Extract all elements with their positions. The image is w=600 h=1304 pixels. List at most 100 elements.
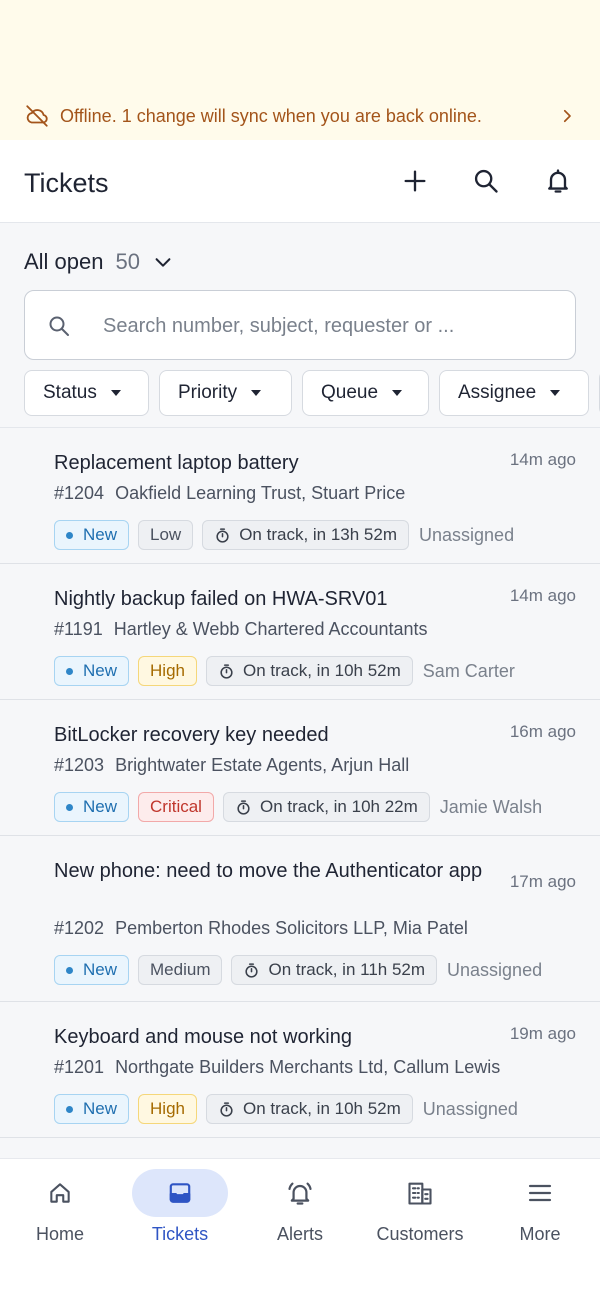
ticket-assignee: Unassigned	[422, 1098, 518, 1119]
filter-assignee[interactable]: Assignee	[439, 370, 589, 416]
ticket-number: #1191	[54, 619, 103, 639]
ticket-time: 17m ago	[509, 872, 576, 891]
ticket-row[interactable]: New phone: need to move the Authenticato…	[0, 836, 600, 1002]
ticket-time: 14m ago	[509, 586, 576, 605]
search-box	[24, 290, 576, 360]
ticket-meta: #1201 Northgate Builders Merchants Ltd, C…	[54, 1057, 500, 1078]
alarm-bell-icon	[288, 1182, 312, 1205]
dropdown-arrow-icon	[251, 390, 262, 396]
sla-badge: On track, in 11h 52m	[231, 955, 438, 985]
sla-badge: On track, in 10h 22m	[222, 792, 430, 822]
ticket-time: 19m ago	[509, 1024, 576, 1043]
search-button[interactable]	[471, 166, 501, 196]
ticket-assignee: Jamie Walsh	[439, 796, 543, 817]
ticket-list-area: All open 50 Status Priority Queue Assign…	[0, 223, 600, 1158]
nav-home[interactable]: Home	[0, 1169, 120, 1259]
status-badge: New	[54, 955, 130, 985]
sla-badge: On track, in 13h 52m	[202, 520, 410, 550]
filter-chips: Status Priority Queue Assignee	[24, 370, 600, 418]
timer-icon	[216, 527, 229, 543]
ticket-requester: Oakfield Learning Trust, Stuart Price	[115, 483, 406, 503]
search-icon	[47, 314, 71, 338]
page-title: Tickets	[24, 168, 109, 198]
ticket-number: #1201	[54, 1057, 105, 1077]
priority-badge: Critical	[138, 792, 214, 822]
status-dot-icon	[66, 966, 73, 974]
filter-label: Queue	[321, 382, 379, 403]
app-bar: Tickets	[0, 140, 600, 223]
nav-label: Tickets	[151, 1224, 209, 1244]
ticket-number: #1203	[54, 755, 105, 775]
ticket-meta: #1202 Pemberton Rhodes Solicitors LLP, Mi…	[54, 918, 468, 939]
timer-icon	[237, 799, 250, 815]
offline-message: Offline. 1 change will sync when you are…	[60, 105, 482, 126]
nav-more[interactable]: More	[480, 1169, 600, 1259]
timer-icon	[220, 663, 233, 679]
ticket-row[interactable]: Replacement laptop battery 14m ago #1204…	[0, 428, 600, 564]
home-icon	[50, 1183, 70, 1203]
ticket-assignee: Unassigned	[447, 959, 543, 980]
ticket-subject: Replacement laptop battery	[54, 452, 299, 474]
nav-alerts[interactable]: Alerts	[240, 1169, 360, 1259]
nav-customers[interactable]: Customers	[360, 1169, 480, 1259]
chevron-down-icon	[152, 251, 174, 273]
filter-status[interactable]: Status	[24, 370, 149, 416]
notifications-button[interactable]	[543, 166, 573, 196]
ticket-row[interactable]: Nightly backup failed on HWA-SRV01 14m a…	[0, 564, 600, 700]
timer-icon	[220, 1101, 233, 1117]
search-input[interactable]	[103, 307, 543, 345]
nav-tickets[interactable]: Tickets	[120, 1169, 240, 1259]
ticket-subject: BitLocker recovery key needed	[54, 724, 329, 746]
ticket-row[interactable]: BitLocker recovery key needed 16m ago #1…	[0, 700, 600, 836]
ticket-requester: Hartley & Webb Chartered Accountants	[113, 619, 428, 639]
ticket-number: #1204	[54, 483, 105, 503]
ticket-badges: New High On track, in 10h 52m Unassigned	[54, 1094, 518, 1124]
priority-badge: High	[138, 1094, 197, 1124]
ticket-number: #1202	[54, 918, 105, 938]
bottom-nav: Home Tickets Alerts Customers More	[0, 1158, 600, 1304]
status-badge: New	[54, 520, 130, 550]
filter-label: Assignee	[458, 382, 537, 403]
ticket-subject: Keyboard and mouse not working	[54, 1026, 352, 1048]
view-selector[interactable]: All open 50	[24, 247, 174, 277]
status-dot-icon	[66, 803, 73, 811]
add-icon	[404, 170, 426, 192]
status-badge: New	[54, 656, 130, 686]
sla-badge: On track, in 10h 52m	[205, 656, 413, 686]
ticket-meta: #1204 Oakfield Learning Trust, Stuart Pri…	[54, 483, 405, 504]
ticket-time: 16m ago	[509, 722, 576, 741]
priority-badge: Low	[138, 520, 194, 550]
status-dot-icon	[66, 1105, 73, 1113]
ticket-list: Replacement laptop battery 14m ago #1204…	[0, 427, 600, 1138]
nav-label: More	[519, 1224, 561, 1244]
ticket-badges: New Medium On track, in 11h 52m Unassign…	[54, 955, 542, 985]
cloud-off-icon	[24, 103, 50, 129]
sla-badge: On track, in 10h 52m	[205, 1094, 413, 1124]
ticket-requester: Northgate Builders Merchants Ltd, Callum…	[115, 1057, 501, 1077]
status-dot-icon	[66, 667, 73, 675]
offline-banner[interactable]: Offline. 1 change will sync when you are…	[0, 0, 600, 140]
chevron-right-icon	[558, 107, 576, 125]
menu-icon	[528, 1184, 552, 1202]
search-icon	[474, 169, 498, 193]
filter-label: Priority	[178, 382, 238, 403]
add-ticket-button[interactable]	[400, 166, 430, 196]
ticket-assignee: Unassigned	[419, 524, 515, 545]
ticket-badges: New Critical On track, in 10h 22m Jamie …	[54, 792, 542, 822]
filter-queue[interactable]: Queue	[302, 370, 429, 416]
view-name: All open	[24, 249, 104, 274]
nav-label: Home	[35, 1224, 84, 1244]
priority-badge: High	[138, 656, 197, 686]
dropdown-arrow-icon	[550, 390, 561, 396]
bell-icon	[548, 169, 568, 193]
ticket-assignee: Sam Carter	[422, 660, 515, 681]
dropdown-arrow-icon	[110, 390, 121, 396]
ticket-time: 14m ago	[509, 450, 576, 469]
filter-priority[interactable]: Priority	[159, 370, 292, 416]
status-dot-icon	[66, 531, 73, 539]
nav-label: Customers	[376, 1224, 464, 1244]
status-badge: New	[54, 792, 130, 822]
ticket-subject: Nightly backup failed on HWA-SRV01	[54, 588, 388, 610]
ticket-row[interactable]: Keyboard and mouse not working 19m ago #…	[0, 1002, 600, 1138]
ticket-subject: New phone: need to move the Authenticato…	[54, 860, 483, 882]
